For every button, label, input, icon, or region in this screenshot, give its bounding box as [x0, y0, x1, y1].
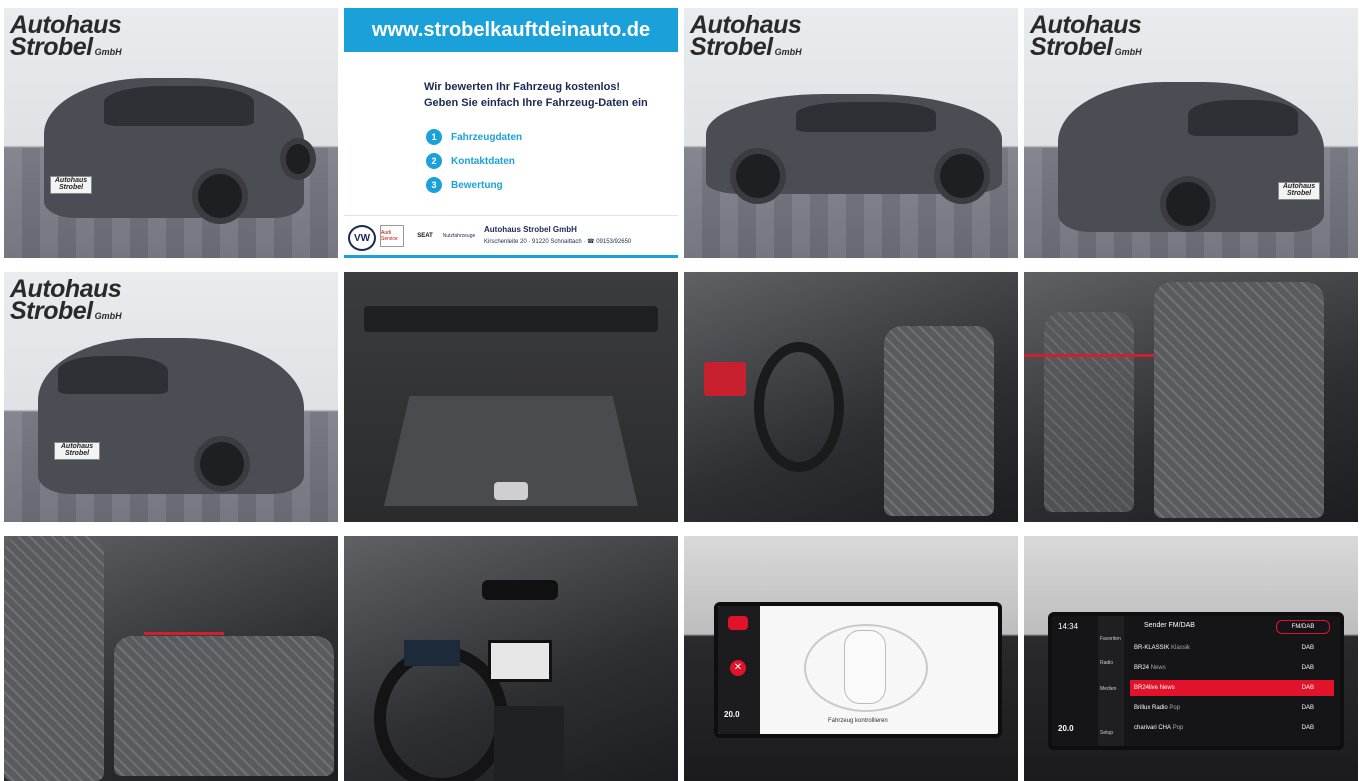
digital-cockpit-screen	[404, 640, 460, 666]
promo-step: 2 Kontaktdaten	[426, 149, 522, 173]
mirror	[482, 580, 558, 600]
trunk-cover	[364, 306, 658, 332]
photo-rear-left[interactable]: Autohaus Strobel GmbH Autohaus Strobel	[1024, 8, 1358, 258]
promo-steps: 1 Fahrzeugdaten 2 Kontaktdaten 3 Bewertung	[426, 125, 522, 197]
car-wheel	[934, 148, 990, 204]
dealer-logo: Autohaus Strobel GmbH	[1030, 11, 1142, 61]
car-wheel	[730, 148, 786, 204]
trunk-latch	[494, 482, 528, 500]
driver-seat	[1044, 312, 1134, 512]
driver-seat	[884, 326, 994, 516]
parking-assist-display: ✕ 20.0 Fahrzeug kontrollieren	[714, 602, 1002, 738]
warning-text: Fahrzeug kontrollieren	[828, 718, 888, 724]
parking-toggle-button[interactable]	[728, 616, 748, 630]
ambient-light-strip	[1024, 354, 1154, 357]
radio-side-nav: Favoriten Radio Medien Setup	[1098, 616, 1124, 746]
station-row[interactable]: Brillux Radio Pop DAB	[1130, 700, 1334, 716]
band-select[interactable]: FM/DAB	[1276, 620, 1330, 634]
license-plate: Autohaus Strobel	[50, 176, 92, 194]
temperature-readout: 20.0	[1058, 724, 1074, 733]
radio-display: 14:34 20.0 Favoriten Radio Medien Setup …	[1048, 612, 1344, 750]
center-console	[494, 706, 564, 781]
seat-logo-icon: SEAT	[417, 233, 433, 239]
dealer-logo: Autohaus Strobel GmbH	[690, 11, 802, 61]
license-plate: Autohaus Strobel	[54, 442, 100, 460]
photo-front-left[interactable]: Autohaus Strobel GmbH Autohaus Strobel	[4, 8, 338, 258]
photo-rear-right[interactable]: Autohaus Strobel GmbH Autohaus Strobel	[4, 272, 338, 522]
photo-rear-seats[interactable]	[4, 536, 338, 781]
promo-headline: Wir bewerten Ihr Fahrzeug kostenlos! Geb…	[424, 81, 648, 109]
close-icon[interactable]: ✕	[730, 660, 746, 676]
dealer-logo: Autohaus Strobel GmbH	[10, 11, 122, 61]
passenger-seat	[1154, 282, 1324, 518]
station-row[interactable]: BR24 News DAB	[1130, 660, 1334, 676]
rear-bench	[114, 636, 334, 776]
vw-logo-icon: VW	[348, 225, 376, 251]
car-wheel	[192, 168, 248, 224]
photo-radio-display[interactable]: 14:34 20.0 Favoriten Radio Medien Setup …	[1024, 536, 1358, 781]
steering-wheel	[754, 342, 844, 472]
footer-accent-line	[344, 255, 678, 258]
radio-header: Sender FM/DAB	[1144, 622, 1195, 629]
trade-in-promo[interactable]: www.strobelkauftdeinauto.de Wir bewerten…	[344, 8, 678, 258]
vehicle-gallery: Autohaus Strobel GmbH Autohaus Strobel ww…	[0, 0, 1365, 781]
vw-nutzfahrzeuge-logo-icon: Nutzfahrzeuge	[442, 233, 476, 239]
photo-trunk[interactable]	[344, 272, 678, 522]
temperature-readout: 20.0	[724, 710, 740, 719]
promo-url[interactable]: www.strobelkauftdeinauto.de	[344, 8, 678, 52]
station-row[interactable]: BR-KLASSIK Klassik DAB	[1130, 640, 1334, 656]
photo-front-seats-driver[interactable]	[684, 272, 1018, 522]
photo-side-left[interactable]: Autohaus Strobel GmbH	[684, 8, 1018, 258]
promo-step: 3 Bewertung	[426, 173, 522, 197]
infotainment-screen	[704, 362, 746, 396]
station-row-selected[interactable]: BR24live News DAB	[1130, 680, 1334, 696]
car-wheel	[194, 436, 250, 492]
license-plate: Autohaus Strobel	[1278, 182, 1320, 200]
station-row[interactable]: charivari CHA Pop DAB	[1130, 720, 1334, 736]
promo-step: 1 Fahrzeugdaten	[426, 125, 522, 149]
ambient-light-strip	[144, 632, 224, 635]
front-seat-back	[4, 536, 104, 781]
audi-service-logo-icon: Audi Service	[380, 225, 404, 247]
dealer-logo: Autohaus Strobel GmbH	[10, 275, 122, 325]
car-wheel	[280, 138, 316, 180]
car-wheel	[1160, 176, 1216, 232]
dealer-address: Kirschenleite 20 · 91220 Schnaittach · ☎…	[484, 239, 632, 245]
clock: 14:34	[1058, 622, 1079, 631]
promo-footer: VW Audi Service SEAT Nutzfahrzeuge Autoh…	[344, 215, 678, 258]
infotainment-screen	[488, 640, 552, 682]
photo-parking-display[interactable]: ✕ 20.0 Fahrzeug kontrollieren	[684, 536, 1018, 781]
photo-front-seats-passenger[interactable]	[1024, 272, 1358, 522]
dealer-name: Autohaus Strobel GmbH	[484, 225, 577, 234]
sensor-arcs	[804, 624, 928, 712]
photo-cockpit[interactable]	[344, 536, 678, 781]
car-body	[44, 78, 304, 218]
car-body	[38, 338, 304, 494]
